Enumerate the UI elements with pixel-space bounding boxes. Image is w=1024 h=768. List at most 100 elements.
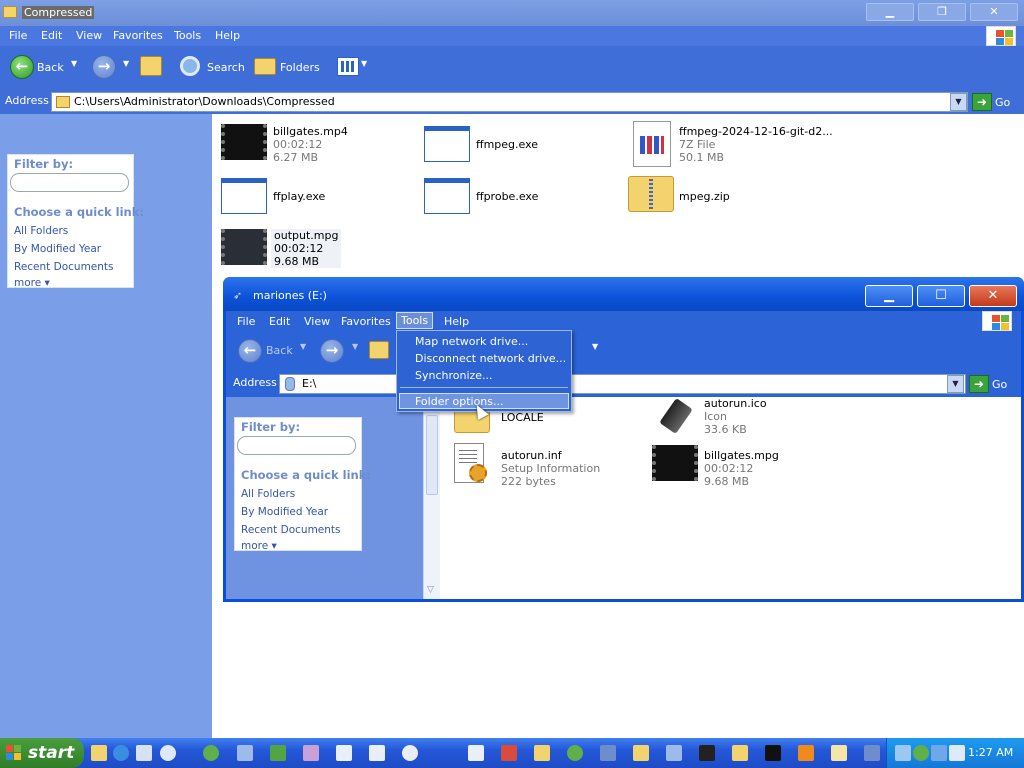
media-player-icon[interactable] <box>160 745 176 761</box>
setup-info-icon[interactable] <box>454 443 487 483</box>
title-bar[interactable]: Compressed ▁ ❐ ✕ <box>0 0 1024 26</box>
file-item-selected[interactable]: output.mpg 00:02:12 9.68 MB <box>271 229 342 268</box>
menu-edit[interactable]: Edit <box>269 315 290 328</box>
menu-item-disconnect-network-drive[interactable]: Disconnect network drive... <box>415 352 566 365</box>
go-button-label[interactable]: Go <box>992 378 1007 391</box>
app-icon[interactable] <box>270 745 286 761</box>
maximize-button[interactable]: ☐ <box>917 285 965 307</box>
menu-item-synchronize[interactable]: Synchronize... <box>415 369 493 382</box>
back-button-label[interactable]: Back <box>37 61 64 74</box>
search-button-label[interactable]: Search <box>207 61 245 74</box>
menu-item-folder-options[interactable]: Folder options... <box>415 395 504 408</box>
exe-window-icon[interactable] <box>424 126 470 162</box>
file-item[interactable]: ffmpeg.exe <box>476 138 538 151</box>
video-thumbnail[interactable] <box>221 124 267 160</box>
command-prompt-icon[interactable] <box>765 745 781 761</box>
file-item[interactable]: billgates.mpg 00:02:12 9.68 MB <box>704 449 779 488</box>
network-icon[interactable] <box>931 745 947 761</box>
folder-icon[interactable] <box>633 745 649 761</box>
gear-icon[interactable] <box>402 745 418 761</box>
app-icon[interactable] <box>567 745 583 761</box>
folder-icon[interactable] <box>732 745 748 761</box>
outlook-express-icon[interactable] <box>136 745 152 761</box>
drive-icon[interactable] <box>600 745 616 761</box>
scroll-down-icon[interactable]: ▽ <box>427 585 434 595</box>
file-item[interactable]: autorun.ico Icon 33.6 KB <box>704 397 767 436</box>
scrollbar[interactable]: ▽ <box>423 397 440 599</box>
file-item[interactable]: ffmpeg-2024-12-16-git-d2... 7Z File 50.1… <box>679 125 833 164</box>
internet-explorer-icon[interactable] <box>113 745 129 761</box>
filter-input[interactable] <box>237 436 356 455</box>
menu-help[interactable]: Help <box>215 29 240 42</box>
up-folder-icon[interactable] <box>140 56 162 76</box>
link-by-modified-year[interactable]: By Modified Year <box>14 243 101 255</box>
explorer-quicklaunch-icon[interactable] <box>91 745 107 761</box>
usb-drive-icon[interactable] <box>656 397 694 437</box>
menu-file[interactable]: File <box>237 315 255 328</box>
search-icon[interactable] <box>180 56 200 76</box>
go-arrow-icon[interactable]: ➜ <box>969 375 989 393</box>
video-thumbnail[interactable] <box>652 445 698 481</box>
scrollbar-thumb[interactable] <box>426 415 438 495</box>
menu-view[interactable]: View <box>304 315 330 328</box>
folders-icon[interactable] <box>254 58 276 75</box>
minimize-button[interactable]: ▁ <box>865 285 913 307</box>
app-icon[interactable] <box>501 745 517 761</box>
document-icon[interactable] <box>369 745 385 761</box>
menu-favorites[interactable]: Favorites <box>341 315 391 328</box>
link-recent-documents[interactable]: Recent Documents <box>241 524 341 536</box>
drive-icon[interactable] <box>237 745 253 761</box>
vlc-icon[interactable] <box>798 745 814 761</box>
forward-arrow-icon[interactable]: → <box>320 339 344 363</box>
7z-file-icon[interactable] <box>633 121 671 167</box>
document-icon[interactable] <box>468 745 484 761</box>
views-dropdown-icon[interactable]: ▼ <box>361 59 367 68</box>
filter-input[interactable] <box>10 173 129 192</box>
minimize-button[interactable]: ▁ <box>866 3 914 21</box>
address-input[interactable]: E:\ <box>279 374 966 394</box>
video-thumbnail[interactable] <box>221 229 267 265</box>
back-arrow-icon[interactable]: ← <box>238 339 262 363</box>
app-icon[interactable] <box>203 745 219 761</box>
back-button-label[interactable]: Back <box>266 344 293 357</box>
link-more[interactable]: more ▾ <box>241 540 277 552</box>
drive-icon[interactable] <box>864 745 880 761</box>
file-item[interactable]: autorun.inf Setup Information 222 bytes <box>501 449 600 488</box>
start-button[interactable]: start <box>0 738 84 768</box>
close-button[interactable]: ✕ <box>969 285 1017 307</box>
go-arrow-icon[interactable]: ➜ <box>972 93 992 111</box>
menu-item-map-network-drive[interactable]: Map network drive... <box>415 335 528 348</box>
link-by-modified-year[interactable]: By Modified Year <box>241 506 328 518</box>
volume-icon[interactable] <box>949 745 965 761</box>
document-icon[interactable] <box>336 745 352 761</box>
menu-tools[interactable]: Tools <box>174 29 201 42</box>
close-button[interactable]: ✕ <box>970 3 1018 21</box>
go-button-label[interactable]: Go <box>995 96 1010 109</box>
zip-folder-icon[interactable] <box>628 176 674 212</box>
address-dropdown-button[interactable]: ▼ <box>947 375 964 393</box>
forward-arrow-icon[interactable]: → <box>92 55 116 79</box>
address-dropdown-button[interactable]: ▼ <box>950 93 967 111</box>
tray-icon[interactable] <box>913 745 929 761</box>
menu-help[interactable]: Help <box>444 315 469 328</box>
back-dropdown-icon[interactable]: ▼ <box>300 342 306 351</box>
link-recent-documents[interactable]: Recent Documents <box>14 261 114 273</box>
up-folder-icon[interactable] <box>369 341 389 359</box>
drive-icon[interactable] <box>666 745 682 761</box>
file-item[interactable]: ffprobe.exe <box>476 190 538 203</box>
forward-dropdown-icon[interactable]: ▼ <box>123 59 129 68</box>
title-bar[interactable]: ➶ mariones (E:) ▁ ☐ ✕ <box>223 277 1024 311</box>
back-arrow-icon[interactable]: ← <box>10 55 34 79</box>
folders-button-label[interactable]: Folders <box>280 61 320 74</box>
link-more[interactable]: more ▾ <box>14 277 50 289</box>
menu-tools[interactable]: Tools <box>396 312 434 329</box>
menu-file[interactable]: File <box>9 29 27 42</box>
forward-dropdown-icon[interactable]: ▼ <box>352 342 358 351</box>
link-all-folders[interactable]: All Folders <box>241 488 295 500</box>
tray-icon[interactable] <box>895 745 911 761</box>
views-dropdown-icon[interactable]: ▼ <box>592 342 598 351</box>
link-all-folders[interactable]: All Folders <box>14 225 68 237</box>
menu-edit[interactable]: Edit <box>41 29 62 42</box>
back-dropdown-icon[interactable]: ▼ <box>71 59 77 68</box>
menu-view[interactable]: View <box>76 29 102 42</box>
